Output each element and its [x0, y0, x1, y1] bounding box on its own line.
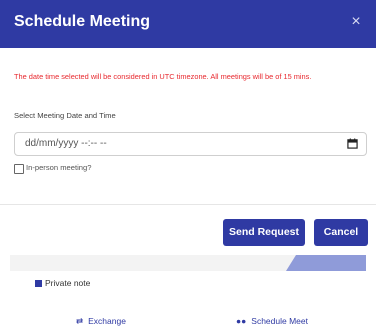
- calendar-icon[interactable]: [347, 138, 358, 149]
- timezone-warning: The date time selected will be considere…: [14, 72, 312, 81]
- private-note-icon: [35, 280, 42, 287]
- date-label: Select Meeting Date and Time: [14, 111, 116, 120]
- background-panel: [10, 255, 366, 271]
- users-icon: ●●: [236, 316, 247, 326]
- footer-divider: [0, 204, 376, 205]
- private-note-label: Private note: [45, 278, 91, 288]
- in-person-label: In-person meeting?: [26, 163, 92, 172]
- decorative-shape: [286, 255, 366, 271]
- schedule-meeting-modal: Schedule Meeting × The date time selecte…: [0, 0, 376, 255]
- exchange-link[interactable]: ⇄ Exchange: [76, 316, 126, 328]
- meeting-datetime-input[interactable]: dd/mm/yyyy --:-- --: [14, 132, 367, 156]
- close-icon: ×: [351, 13, 361, 30]
- exchange-label: Exchange: [88, 316, 126, 326]
- schedule-meet-link[interactable]: ●● Schedule Meet: [236, 316, 308, 328]
- send-request-button[interactable]: Send Request: [223, 219, 305, 246]
- cancel-button[interactable]: Cancel: [314, 219, 368, 246]
- modal-title: Schedule Meeting: [14, 13, 151, 30]
- schedule-meet-label: Schedule Meet: [251, 316, 308, 326]
- modal-header: Schedule Meeting ×: [0, 0, 376, 48]
- in-person-checkbox[interactable]: [14, 164, 24, 174]
- datetime-placeholder: dd/mm/yyyy --:-- --: [25, 138, 107, 149]
- close-button[interactable]: ×: [346, 12, 366, 32]
- exchange-icon: ⇄: [76, 316, 84, 326]
